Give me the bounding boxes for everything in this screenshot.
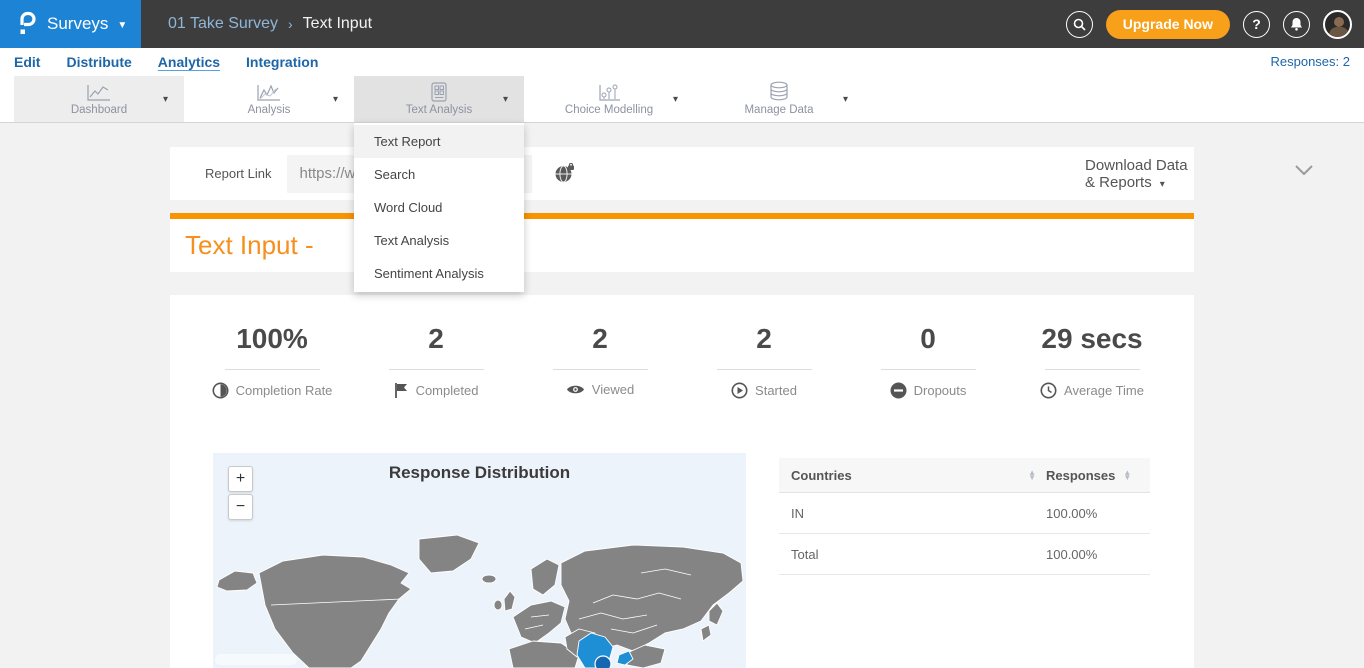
response-distribution-map[interactable]: Response Distribution + − — [213, 453, 746, 668]
clock-icon — [1040, 382, 1057, 399]
countries-column-header: Countries — [791, 468, 852, 483]
countries-table-header: Countries ▲▼ Responses ▲▼ — [779, 458, 1150, 493]
stat-average-time: 29 secs Average Time — [1010, 323, 1174, 399]
upgrade-now-button[interactable]: Upgrade Now — [1106, 10, 1230, 39]
questionpro-logo-icon — [16, 11, 38, 37]
responses-count: Responses: 2 — [1271, 54, 1351, 69]
breadcrumb: 01 Take Survey › Text Input — [168, 0, 372, 48]
tab-caret-icon[interactable]: ▾ — [333, 94, 338, 105]
download-data-reports-dropdown[interactable]: Download Data & Reports▾ — [1085, 157, 1194, 191]
text-report-icon — [428, 82, 450, 102]
eye-icon — [566, 383, 585, 396]
brand-surveys-menu[interactable]: Surveys ▼ — [0, 0, 141, 48]
world-map[interactable] — [213, 533, 746, 668]
menu-item-text-report[interactable]: Text Report — [354, 125, 524, 158]
nav-item-distribute[interactable]: Distribute — [66, 54, 131, 70]
tab-choice-modelling[interactable]: Choice Modelling ▾ — [524, 76, 694, 122]
survey-nav: Edit Distribute Analytics Integration — [0, 48, 1364, 76]
sort-responses-icon[interactable]: ▲▼ — [1123, 470, 1131, 480]
breadcrumb-survey-name[interactable]: 01 Take Survey — [168, 15, 278, 33]
nav-item-integration[interactable]: Integration — [246, 54, 318, 70]
report-link-bar: Report Link https://ww Download Data & R… — [170, 147, 1194, 200]
tab-caret-icon[interactable]: ▾ — [163, 94, 168, 105]
topbar-actions: Upgrade Now ? — [1066, 0, 1352, 48]
map-response-marker — [595, 656, 611, 668]
menu-item-text-analysis[interactable]: Text Analysis — [354, 224, 524, 257]
user-avatar[interactable] — [1323, 10, 1352, 39]
globe-lock-icon[interactable] — [554, 163, 575, 184]
text-analysis-menu: Text Report Search Word Cloud Text Analy… — [354, 123, 524, 292]
multi-line-chart-icon — [256, 82, 282, 102]
tab-analysis[interactable]: Analysis ▾ — [184, 76, 354, 122]
top-bar: Surveys ▼ 01 Take Survey › Text Input Up… — [0, 0, 1364, 48]
notifications-bell-icon[interactable] — [1283, 11, 1310, 38]
responses-cell: 100.00% — [1046, 547, 1150, 562]
map-zoom-out-button[interactable]: − — [228, 494, 253, 520]
title-panel: Text Input - — [170, 219, 1194, 272]
country-cell: Total — [779, 547, 1046, 562]
sort-countries-icon[interactable]: ▲▼ — [1028, 470, 1036, 480]
tab-dashboard[interactable]: Dashboard ▾ — [14, 76, 184, 122]
stat-completion-rate: 100% Completion Rate — [190, 323, 354, 399]
collapse-chevron-icon[interactable] — [1295, 165, 1313, 175]
scatter-chart-icon — [596, 82, 622, 102]
menu-item-sentiment-analysis[interactable]: Sentiment Analysis — [354, 257, 524, 290]
stat-viewed: 2 Viewed — [518, 323, 682, 399]
line-chart-icon — [86, 82, 112, 102]
nav-item-analytics[interactable]: Analytics — [158, 54, 220, 70]
report-link-label: Report Link — [205, 166, 271, 181]
database-icon — [767, 82, 791, 102]
countries-table: Countries ▲▼ Responses ▲▼ IN 100.00% Tot… — [779, 458, 1150, 575]
responses-cell: 100.00% — [1046, 506, 1150, 521]
brand-label: Surveys — [47, 14, 108, 34]
flag-icon — [394, 382, 409, 399]
tab-caret-icon[interactable]: ▾ — [673, 94, 678, 105]
stats-row: 100% Completion Rate 2 Completed — [190, 323, 1174, 399]
country-cell: IN — [779, 506, 1046, 521]
table-row: IN 100.00% — [779, 493, 1150, 534]
map-zoom-in-button[interactable]: + — [228, 466, 253, 492]
report-content-panel: 100% Completion Rate 2 Completed — [170, 295, 1194, 668]
map-attribution — [215, 654, 297, 665]
breadcrumb-separator: › — [288, 16, 293, 32]
minus-circle-icon — [890, 382, 907, 399]
menu-item-word-cloud[interactable]: Word Cloud — [354, 191, 524, 224]
nav-item-edit[interactable]: Edit — [14, 54, 40, 70]
stat-dropouts: 0 Dropouts — [846, 323, 1010, 399]
play-circle-icon — [731, 382, 748, 399]
brand-caret-icon: ▼ — [117, 20, 127, 31]
responses-column-header: Responses — [1046, 468, 1115, 483]
map-title: Response Distribution — [213, 463, 746, 483]
page-title: Text Input - — [185, 230, 314, 261]
stat-started: 2 Started — [682, 323, 846, 399]
tab-caret-icon[interactable]: ▾ — [843, 94, 848, 105]
help-icon[interactable]: ? — [1243, 11, 1270, 38]
breadcrumb-page-name: Text Input — [303, 15, 372, 33]
analytics-toolbar: Dashboard ▾ Analysis ▾ Text Analysis ▾ C… — [0, 76, 1364, 123]
half-circle-icon — [212, 382, 229, 399]
tab-text-analysis[interactable]: Text Analysis ▾ — [354, 76, 524, 122]
menu-item-search[interactable]: Search — [354, 158, 524, 191]
download-caret-icon: ▾ — [1160, 179, 1165, 190]
table-row-total: Total 100.00% — [779, 534, 1150, 575]
tab-manage-data[interactable]: Manage Data ▾ — [694, 76, 864, 122]
stat-completed: 2 Completed — [354, 323, 518, 399]
tab-caret-icon[interactable]: ▾ — [503, 94, 508, 105]
search-icon[interactable] — [1066, 11, 1093, 38]
